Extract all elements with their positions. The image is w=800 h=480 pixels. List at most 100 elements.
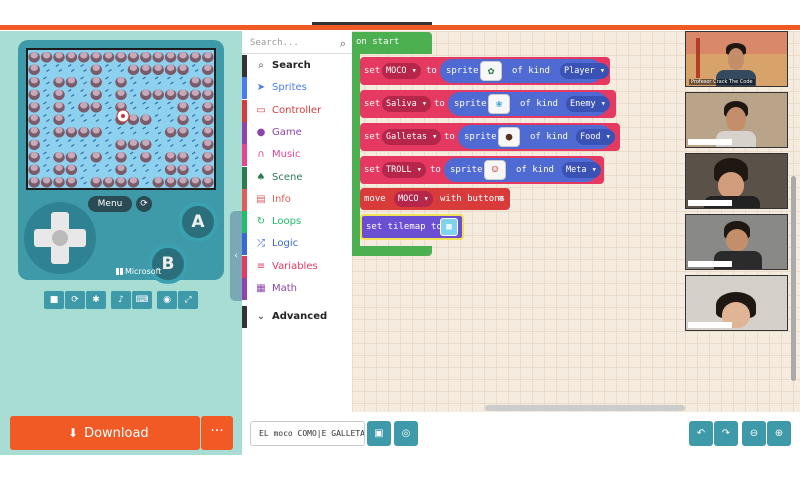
set-word: set xyxy=(364,66,381,76)
kind-dropdown[interactable]: Enemy ▾ xyxy=(566,96,610,112)
rock-tile xyxy=(115,177,127,188)
b-button[interactable]: B xyxy=(148,244,188,284)
variable-name: TROLL xyxy=(386,165,412,175)
zoom-in-icon[interactable]: ⊕ xyxy=(767,421,791,446)
sprite-of-kind-block[interactable]: sprite ❀ of kind Enemy ▾ xyxy=(448,92,610,116)
save-icon[interactable]: ▣ xyxy=(367,421,391,446)
rock-tile xyxy=(202,152,214,163)
kind-dropdown[interactable]: Player ▾ xyxy=(560,63,609,79)
category-label: Game xyxy=(272,126,302,138)
tilemap-thumbnail-icon[interactable]: ▦ xyxy=(440,218,458,236)
rock-tile xyxy=(127,139,140,150)
project-name-input[interactable]: EL moco COMO|E GALLETA xyxy=(250,421,365,446)
cactus-sprite-icon[interactable]: ✿ xyxy=(480,61,502,81)
zoom-out-icon[interactable]: ⊖ xyxy=(742,421,766,446)
flower-sprite-icon[interactable]: ❀ xyxy=(488,94,510,114)
keyboard-icon[interactable]: ⌨ xyxy=(132,291,152,309)
move-with-buttons-block[interactable]: move MOCO ▾ with buttons ⊕ xyxy=(360,188,510,210)
windows-icon xyxy=(116,268,123,275)
video-tile-student-1[interactable] xyxy=(685,92,788,148)
kind-dropdown[interactable]: Food ▾ xyxy=(576,129,615,145)
set-tilemap-block[interactable]: set tilemap to ▦ xyxy=(360,214,464,240)
rock-tile xyxy=(177,89,189,100)
rock-tile xyxy=(90,127,102,138)
of-kind-word: of kind xyxy=(530,132,568,142)
rock-tile xyxy=(202,102,214,113)
category-label: Info xyxy=(272,193,291,205)
vertical-scrollbar[interactable] xyxy=(791,176,796,381)
download-icon: ⬇ xyxy=(68,426,79,440)
sprite-of-kind-block[interactable]: sprite ☺ of kind Meta ▾ xyxy=(444,158,601,182)
download-label: Download xyxy=(84,426,149,441)
video-tile-student-2[interactable] xyxy=(685,153,788,209)
variable-dropdown[interactable]: Galletas ▾ xyxy=(382,129,442,145)
stop-icon[interactable]: ■ xyxy=(44,291,64,309)
kind-dropdown[interactable]: Meta ▾ xyxy=(562,162,601,178)
set-sprite-block[interactable]: set TROLL ▾ to sprite ☺ of kind Meta ▾ xyxy=(360,156,604,184)
on-start-foot xyxy=(352,246,432,256)
category-loops[interactable]: ↻ Loops xyxy=(242,211,352,234)
toolbox-search[interactable]: Search... ⌕ xyxy=(242,34,352,54)
download-button[interactable]: ⬇ Download xyxy=(10,416,200,450)
rock-tile xyxy=(202,127,214,138)
game-screen[interactable] xyxy=(26,48,216,190)
rock-tile xyxy=(90,52,102,63)
rock-tile xyxy=(140,139,152,150)
category-game[interactable]: ● Game xyxy=(242,121,352,144)
category-scene[interactable]: ♠ Scene xyxy=(242,166,352,189)
dpad[interactable] xyxy=(24,202,96,274)
rock-tile xyxy=(53,77,65,88)
on-start-block[interactable]: on start xyxy=(352,32,432,54)
move-var-dropdown[interactable]: MOCO ▾ xyxy=(394,191,433,207)
set-sprite-block[interactable]: set MOCO ▾ to sprite ✿ of kind Player ▾ xyxy=(360,57,610,85)
variable-dropdown[interactable]: MOCO ▾ xyxy=(382,63,421,79)
set-sprite-block[interactable]: set Galletas ▾ to sprite ● of kind Food ▾ xyxy=(360,123,620,151)
category-math[interactable]: ▦ Math xyxy=(242,278,352,300)
search-icon[interactable]: ⌕ xyxy=(340,37,346,51)
collapse-simulator-button[interactable]: ‹ xyxy=(230,211,242,301)
category-label: Scene xyxy=(272,171,303,183)
category-advanced[interactable]: ⌄ Advanced xyxy=(242,306,352,329)
rock-tile xyxy=(65,152,78,163)
github-icon[interactable]: ◎ xyxy=(394,421,418,446)
sprite-of-kind-block[interactable]: sprite ● of kind Food ▾ xyxy=(458,125,615,149)
category-music[interactable]: ∩ Music xyxy=(242,144,352,167)
set-sprite-block[interactable]: set Saliva ▾ to sprite ❀ of kind Enemy ▾ xyxy=(360,90,616,118)
sound-icon[interactable]: ♪ xyxy=(111,291,131,309)
sprite-word: sprite xyxy=(454,99,487,109)
rock-tile xyxy=(164,177,177,188)
rock-tile xyxy=(115,152,127,163)
redo-icon[interactable]: ↷ xyxy=(714,421,738,446)
category-controller[interactable]: ▭ Controller xyxy=(242,99,352,122)
category-sprites[interactable]: ➤ Sprites xyxy=(242,77,352,100)
video-tile-student-4[interactable] xyxy=(685,275,788,331)
undo-icon[interactable]: ↶ xyxy=(689,421,713,446)
a-button[interactable]: A xyxy=(178,202,218,242)
rock-tile xyxy=(53,164,65,175)
video-tile-student-3[interactable] xyxy=(685,214,788,270)
camera-icon[interactable]: ◉ xyxy=(157,291,177,309)
fullscreen-icon[interactable]: ⤢ xyxy=(178,291,198,309)
menu-button[interactable]: Menu xyxy=(88,196,132,212)
face-sprite-icon[interactable]: ☺ xyxy=(484,160,506,180)
restart-icon[interactable]: ⟳ xyxy=(65,291,85,309)
category-search[interactable]: ⌕ Search xyxy=(242,55,352,77)
more-options-button[interactable]: ··· xyxy=(201,416,233,450)
category-info[interactable]: ▤ Info xyxy=(242,188,352,211)
sprite-of-kind-block[interactable]: sprite ✿ of kind Player ▾ xyxy=(440,59,609,83)
restart-icon[interactable]: ⟳ xyxy=(136,196,152,212)
plus-icon[interactable]: ⊕ xyxy=(498,188,503,210)
cookie-sprite-icon[interactable]: ● xyxy=(498,127,520,147)
variable-dropdown[interactable]: TROLL ▾ xyxy=(382,162,426,178)
debug-icon[interactable]: ✱ xyxy=(86,291,106,309)
variable-dropdown[interactable]: Saliva ▾ xyxy=(382,96,431,112)
rock-tile xyxy=(202,139,214,150)
rock-tile xyxy=(127,64,140,75)
category-variables[interactable]: ≡ Variables xyxy=(242,255,352,278)
video-tile-teacher[interactable]: Profesor Crack The Code xyxy=(685,31,788,87)
horizontal-scrollbar[interactable] xyxy=(485,405,685,411)
rock-tile xyxy=(140,152,152,163)
category-color-bar xyxy=(242,188,247,211)
category-color-bar xyxy=(242,77,247,100)
category-logic[interactable]: ⤮ Logic xyxy=(242,233,352,256)
